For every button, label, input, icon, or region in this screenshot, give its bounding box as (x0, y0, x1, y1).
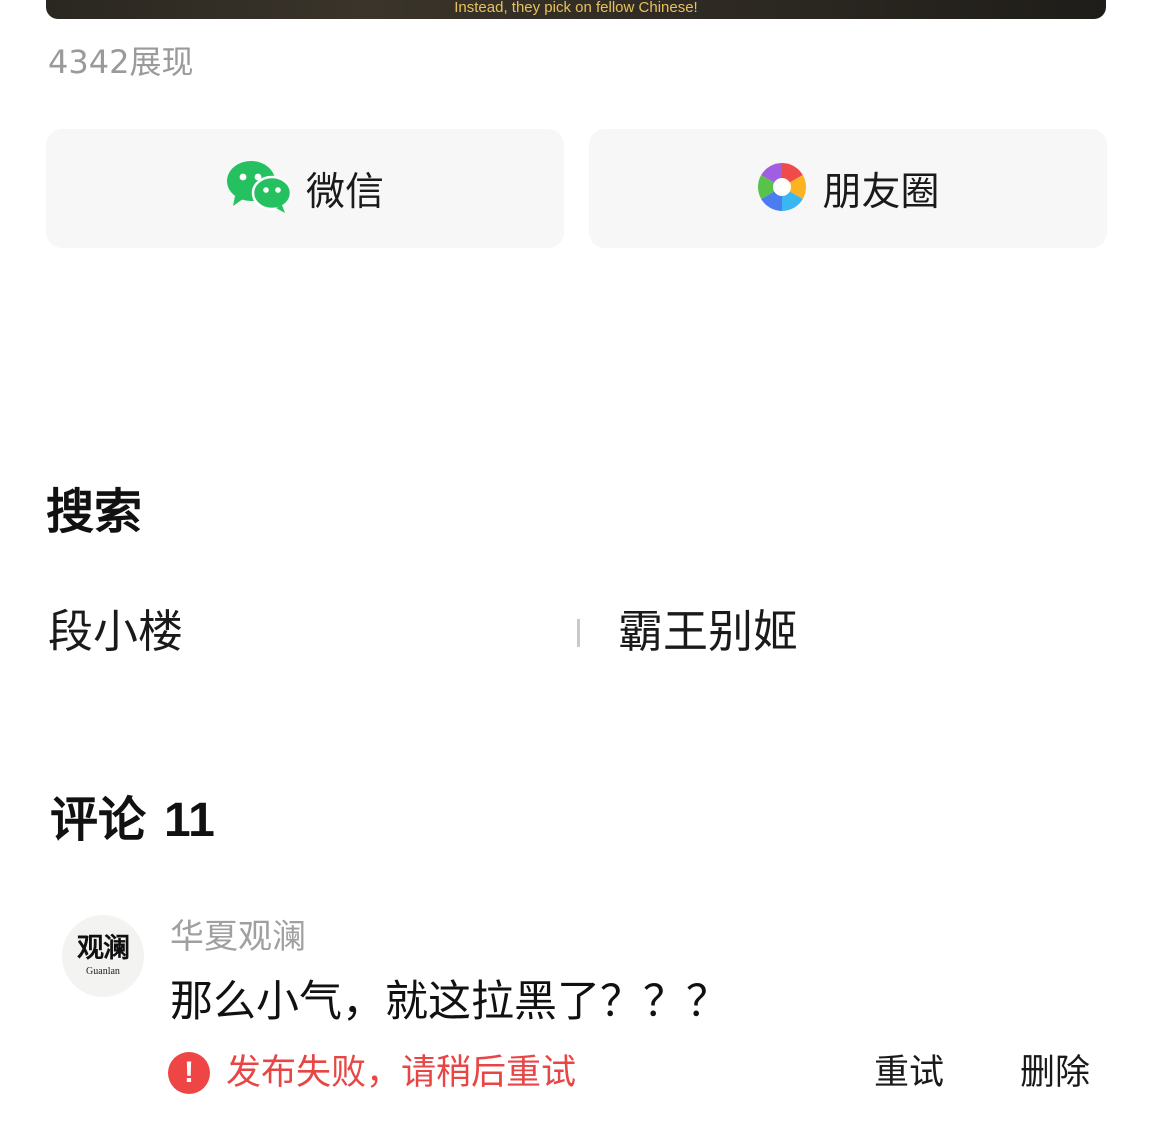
comments-count: 11 (164, 794, 215, 847)
video-subtitle: Instead, they pick on fellow Chinese! (454, 0, 698, 16)
search-section-title: 搜索 (46, 484, 143, 540)
search-term-2[interactable]: 霸王别姬 (618, 604, 798, 660)
share-wechat-label: 微信 (305, 169, 384, 215)
wechat-icon (226, 160, 293, 218)
publish-error-status: ! 发布失败，请稍后重试 (168, 1050, 576, 1096)
moments-aperture-icon (756, 161, 808, 217)
share-moments-button[interactable]: 朋友圈 (589, 129, 1107, 248)
delete-button[interactable]: 删除 (1020, 1050, 1090, 1096)
publish-error-message: 发布失败，请稍后重试 (226, 1053, 577, 1093)
comment-author[interactable]: 华夏观澜 (170, 916, 306, 958)
avatar[interactable]: 观澜 Guanlan (62, 915, 144, 997)
comments-title-label: 评论 (50, 792, 147, 848)
avatar-subtext: Guanlan (86, 966, 120, 977)
search-term-1[interactable]: 段小楼 (48, 604, 183, 660)
comments-section-title: 评论 11 (50, 792, 215, 849)
video-player-bottom[interactable]: Instead, they pick on fellow Chinese! (46, 0, 1106, 19)
comment-text: 那么小气，就这拉黑了？？？ (170, 977, 729, 1027)
impressions-count: 4342展现 (48, 43, 194, 81)
share-moments-label: 朋友圈 (822, 169, 940, 215)
search-term-divider (577, 619, 580, 647)
avatar-text: 观澜 (77, 933, 130, 964)
share-wechat-button[interactable]: 微信 (46, 129, 564, 248)
error-alert-icon: ! (168, 1052, 210, 1094)
retry-button[interactable]: 重试 (874, 1050, 944, 1096)
